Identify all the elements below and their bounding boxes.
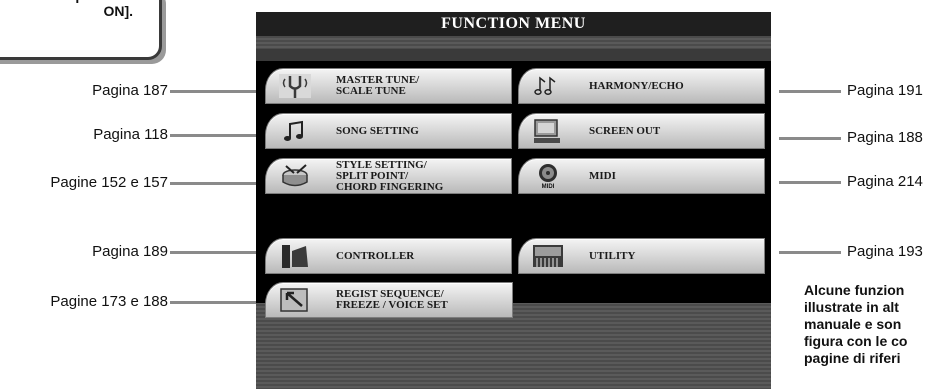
leader-line [170, 301, 256, 304]
function-menu-screen: FUNCTION MENU MASTER TUNE/ SCALE TUNE SO… [256, 12, 771, 389]
leader-line [170, 182, 256, 185]
svg-text:MIDI: MIDI [542, 184, 555, 189]
leader-line [170, 90, 256, 93]
tab-harmony-echo[interactable]: HARMONY/ECHO [518, 68, 765, 104]
leader-line [779, 90, 841, 93]
midi-icon: MIDI [539, 164, 557, 189]
page-ref-regist-sequence: Pagine 173 e 188 [50, 293, 168, 310]
tab-song-setting[interactable]: SONG SETTING [265, 113, 512, 149]
music-note-icon [284, 120, 303, 141]
tab-label: CONTROLLER [336, 249, 415, 262]
tab-utility[interactable]: UTILITY [518, 238, 765, 274]
leader-line [170, 251, 256, 254]
page-ref-song-setting: Pagina 118 [93, 126, 168, 143]
tab-style-setting[interactable]: STYLE SETTING/ SPLIT POINT/ CHORD FINGER… [265, 158, 512, 194]
page-ref-utility: Pagina 193 [847, 243, 923, 260]
tuning-fork-icon [279, 74, 311, 98]
tab-label: UTILITY [589, 249, 636, 262]
tab-label: MIDI [589, 169, 616, 182]
registration-icon [280, 288, 308, 312]
tab-label: SONG SETTING [336, 124, 419, 137]
pedal-icon [282, 245, 308, 268]
leader-line [170, 134, 256, 137]
tab-controller[interactable]: CONTROLLER [265, 238, 512, 274]
double-note-icon [534, 76, 556, 95]
tab-label: STYLE SETTING/ SPLIT POINT/ CHORD FINGER… [336, 158, 444, 193]
tab-label: HARMONY/ECHO [589, 79, 684, 92]
side-note: Alcune funzion illustrate in alt manuale… [804, 282, 908, 366]
screen-title: FUNCTION MENU [256, 12, 771, 36]
tab-label: REGIST SEQUENCE/ FREEZE / VOICE SET [336, 288, 448, 311]
instruction-callout: l pulsante ON]. [0, 0, 162, 60]
tab-master-tune[interactable]: MASTER TUNE/ SCALE TUNE [265, 68, 512, 104]
page-ref-master-tune: Pagina 187 [92, 82, 168, 99]
tab-midi[interactable]: MIDI MIDI [518, 158, 765, 194]
page-ref-harmony-echo: Pagina 191 [847, 82, 923, 99]
tab-label: SCREEN OUT [589, 124, 661, 137]
callout-text: l pulsante ON]. [68, 0, 133, 19]
leader-line [779, 251, 841, 254]
drum-icon [282, 164, 308, 187]
page-ref-style-setting: Pagine 152 e 157 [50, 174, 168, 191]
page-ref-screen-out: Pagina 188 [847, 129, 923, 146]
page-ref-midi: Pagina 214 [847, 173, 923, 190]
tab-regist-sequence[interactable]: REGIST SEQUENCE/ FREEZE / VOICE SET [265, 282, 513, 318]
keyboard-icon [533, 245, 563, 267]
leader-line [779, 181, 841, 184]
tab-screen-out[interactable]: SCREEN OUT [518, 113, 765, 149]
monitor-icon [534, 119, 560, 143]
page-ref-controller: Pagina 189 [92, 243, 168, 260]
leader-line [779, 137, 841, 140]
tab-label: MASTER TUNE/ SCALE TUNE [336, 74, 420, 97]
